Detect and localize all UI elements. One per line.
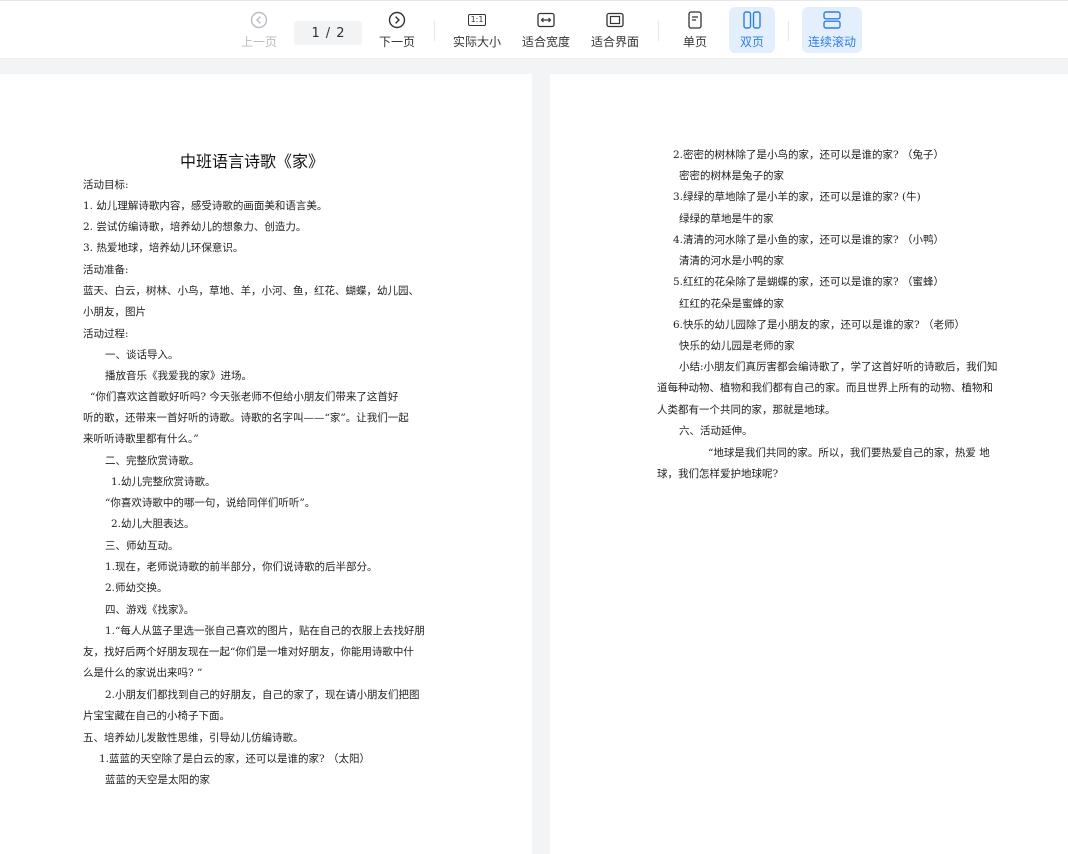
- continuous-scroll-icon: [823, 10, 841, 30]
- document-title: 中班语言诗歌《家》: [180, 152, 325, 171]
- single-page-label: 单页: [682, 35, 707, 49]
- next-page-button[interactable]: 下一页: [374, 7, 420, 53]
- text-line: 2. 尝试仿编诗歌，培养幼儿的想象力、创造力。: [83, 221, 307, 233]
- text-line: 三、师幼互动。: [105, 540, 179, 552]
- text-line: 密密的树林是兔子的家: [679, 170, 784, 182]
- document-page-2[interactable]: 2.密密的树林除了是小鸟的家，还可以是谁的家? （兔子） 密密的树林是兔子的家 3.…: [550, 74, 1068, 854]
- text-line: 来听听诗歌里都有什么。”: [83, 433, 199, 445]
- text-line: 么是什么的家说出来吗? ”: [83, 667, 203, 679]
- text-line: 3.绿绿的草地除了是小羊的家，还可以是谁的家? (牛): [673, 191, 921, 203]
- text-line: 听的歌，还带来一首好听的诗歌。诗歌的名字叫——“家”。让我们一起: [83, 412, 409, 424]
- text-line: 一、谈话导入。: [105, 349, 179, 361]
- text-line: 4.清清的河水除了是小鱼的家，还可以是谁的家? （小鸭）: [673, 234, 944, 246]
- chevron-left-circle-icon: [250, 10, 268, 30]
- page-indicator[interactable]: 1 / 2: [294, 21, 362, 45]
- text-line: 片宝宝藏在自己的小椅子下面。: [83, 710, 230, 722]
- text-line: 小结:小朋友们真厉害都会编诗歌了，学了这首好听的诗歌后，我们知: [679, 361, 998, 373]
- text-line: 活动过程:: [83, 328, 129, 340]
- text-line: 1.幼儿完整欣赏诗歌。: [111, 476, 216, 488]
- text-line: 六、活动延伸。: [679, 425, 753, 437]
- single-page-button[interactable]: 单页: [672, 7, 718, 53]
- text-line: 5.红红的花朵除了是蝴蝶的家，还可以是谁的家? （蜜蜂）: [673, 276, 944, 288]
- text-line: 绿绿的草地是牛的家: [679, 213, 774, 225]
- double-page-label: 双页: [739, 35, 764, 49]
- text-line: 1.蓝蓝的天空除了是白云的家，还可以是谁的家? （太阳）: [99, 753, 370, 765]
- page-separator: /: [325, 25, 331, 41]
- toolbar-divider: [434, 21, 435, 41]
- text-line: “地球是我们共同的家。所以，我们要热爱自己的家，热爱 地: [708, 447, 990, 459]
- text-line: 1. 幼儿理解诗歌内容，感受诗歌的画面美和语言美。: [83, 200, 328, 212]
- prev-page-label: 上一页: [240, 35, 277, 49]
- continuous-scroll-label: 连续滚动: [807, 35, 856, 49]
- text-line: 6.快乐的幼儿园除了是小朋友的家，还可以是谁的家? （老师）: [673, 319, 965, 331]
- fit-width-button[interactable]: 适合宽度: [519, 7, 573, 53]
- text-line: 2.幼儿大胆表达。: [111, 518, 195, 530]
- actual-size-icon: 1:1: [467, 10, 487, 30]
- text-line: 1.“每人从篮子里选一张自己喜欢的图片，贴在自己的衣服上去找好朋: [105, 625, 425, 637]
- document-page-1[interactable]: 中班语言诗歌《家》 活动目标: 1. 幼儿理解诗歌内容，感受诗歌的画面美和语言美。…: [0, 74, 532, 854]
- text-line: “你们喜欢这首歌好听吗? 今天张老师不但给小朋友们带来了这首好: [90, 391, 399, 403]
- text-line: 二、完整欣赏诗歌。: [105, 455, 200, 467]
- toolbar-divider: [658, 21, 659, 41]
- double-page-button[interactable]: 双页: [729, 7, 775, 53]
- text-line: 友，找好后两个好朋友现在一起“你们是一堆对好朋友，你能用诗歌中什: [83, 646, 414, 658]
- fit-page-label: 适合界面: [590, 35, 639, 49]
- page-total: 2: [336, 25, 345, 41]
- text-line: 球，我们怎样爱护地球呢?: [657, 468, 779, 480]
- text-line: 蓝天、白云，树林、小鸟，草地、羊，小河、鱼，红花、蝴蝶，幼儿园、: [83, 285, 419, 297]
- text-line: 清清的河水是小鸭的家: [679, 255, 784, 267]
- text-line: 四、游戏《找家》。: [105, 604, 195, 616]
- text-line: 人类都有一个共同的家，那就是地球。: [657, 404, 836, 416]
- text-line: 2.密密的树林除了是小鸟的家，还可以是谁的家? （兔子）: [673, 149, 944, 161]
- fit-page-button[interactable]: 适合界面: [588, 7, 642, 53]
- text-line: 3. 热爱地球，培养幼儿环保意识。: [83, 242, 244, 254]
- text-line: 1.现在，老师说诗歌的前半部分，你们说诗歌的后半部分。: [105, 561, 378, 573]
- viewer-toolbar: 上一页 1 / 2 下一页 1:1 实际大小 适合宽度 适合界面 单页 双页 连…: [0, 0, 1068, 59]
- text-line: 道每种动物、植物和我们都有自己的家。而且世界上所有的动物、植物和: [657, 382, 993, 394]
- text-line: 活动目标:: [83, 179, 129, 191]
- actual-size-button[interactable]: 1:1 实际大小: [450, 7, 504, 53]
- text-line: 蓝蓝的天空是太阳的家: [105, 774, 210, 786]
- double-page-icon: [743, 10, 761, 30]
- prev-page-button[interactable]: 上一页: [236, 7, 282, 53]
- text-line: 快乐的幼儿园是老师的家: [679, 340, 795, 352]
- text-line: 2.小朋友们都找到自己的好朋友，自己的家了，现在请小朋友们把图: [105, 689, 420, 701]
- fit-width-icon: [537, 10, 555, 30]
- fit-width-label: 适合宽度: [521, 35, 570, 49]
- fit-page-icon: [606, 10, 624, 30]
- text-line: 红红的花朵是蜜蜂的家: [679, 298, 784, 310]
- single-page-icon: [688, 10, 702, 30]
- chevron-right-circle-icon: [388, 10, 406, 30]
- text-line: “你喜欢诗歌中的哪一句，说给同伴们听听”。: [105, 497, 316, 509]
- text-line: 活动准备:: [83, 264, 129, 276]
- text-line: 五、培养幼儿发散性思维，引导幼儿仿编诗歌。: [83, 732, 304, 744]
- toolbar-divider: [788, 21, 789, 41]
- continuous-scroll-button[interactable]: 连续滚动: [802, 7, 862, 53]
- actual-size-label: 实际大小: [452, 35, 501, 49]
- text-line: 播放音乐《我爱我的家》进场。: [105, 370, 252, 382]
- next-page-label: 下一页: [378, 35, 415, 49]
- text-line: 小朋友，图片: [83, 306, 146, 318]
- text-line: 2.师幼交换。: [105, 582, 168, 594]
- page-current: 1: [311, 25, 320, 41]
